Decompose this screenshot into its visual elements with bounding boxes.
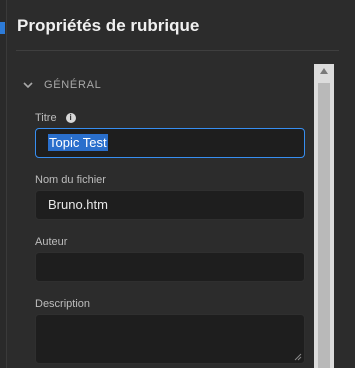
scroll-up-arrow-icon[interactable] [320, 68, 328, 74]
description-textarea[interactable] [35, 314, 305, 364]
filename-label: Nom du fichier [35, 174, 106, 186]
titre-input[interactable]: Topic Test [35, 128, 305, 158]
author-input[interactable] [35, 252, 305, 282]
scrollbar-thumb[interactable] [318, 83, 330, 368]
general-section-toggle[interactable]: GÉNÉRAL [22, 79, 101, 91]
author-label: Auteur [35, 236, 68, 248]
resize-handle-icon[interactable] [294, 353, 302, 361]
titre-label: Titre [35, 112, 57, 124]
titre-label-row: Titre i [35, 112, 76, 124]
chevron-down-icon [23, 82, 33, 89]
filename-input[interactable]: Bruno.htm [35, 190, 305, 220]
background-accent [0, 22, 5, 34]
titre-value: Topic Test [48, 134, 108, 151]
section-label: GÉNÉRAL [44, 79, 102, 91]
vertical-scrollbar[interactable] [314, 64, 334, 368]
title-divider [16, 50, 339, 51]
description-label: Description [35, 298, 91, 310]
filename-value: Bruno.htm [48, 197, 108, 212]
info-icon[interactable]: i [65, 113, 76, 123]
panel-title: Propriétés de rubrique [17, 16, 200, 35]
